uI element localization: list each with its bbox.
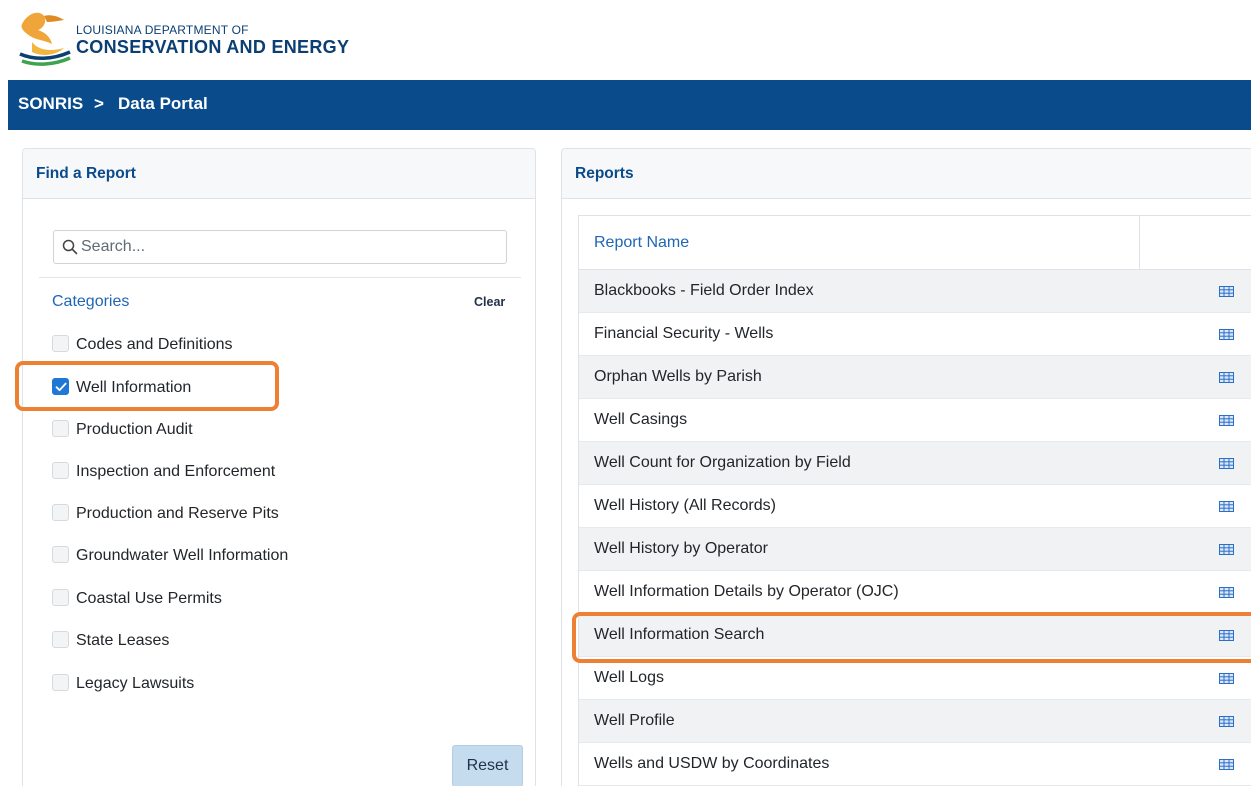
table-grid-icon[interactable] [1219, 458, 1234, 469]
column-divider [1139, 216, 1140, 270]
table-grid-icon[interactable] [1219, 415, 1234, 426]
category-codes-and-definitions[interactable]: Codes and Definitions [52, 334, 492, 358]
search-box[interactable] [53, 230, 507, 264]
table-grid-icon[interactable] [1219, 286, 1234, 297]
breadcrumb-home-link[interactable]: SONRIS [18, 94, 83, 114]
reports-panel: Reports Report Name Blackbooks - Field O… [561, 148, 1251, 786]
find-report-title: Find a Report [36, 165, 136, 182]
category-label: Production and Reserve Pits [76, 505, 279, 522]
report-name-link[interactable]: Well Logs [594, 669, 664, 687]
report-name-link[interactable]: Financial Security - Wells [594, 325, 773, 343]
category-checkbox[interactable] [52, 631, 69, 648]
checkmark-icon [55, 382, 67, 392]
category-groundwater-well-information[interactable]: Groundwater Well Information [52, 545, 492, 569]
table-row[interactable]: Well History (All Records) [579, 485, 1251, 528]
table-row[interactable]: Well Logs [579, 657, 1251, 700]
table-grid-icon[interactable] [1219, 544, 1234, 555]
divider [39, 277, 521, 278]
category-checkbox-checked[interactable] [52, 378, 69, 395]
breadcrumb-separator: > [94, 94, 104, 113]
report-name-link[interactable]: Well Profile [594, 712, 675, 730]
category-label: State Leases [76, 632, 170, 649]
category-label: Inspection and Enforcement [76, 463, 276, 480]
table-body: Blackbooks - Field Order Index Financial … [579, 270, 1251, 786]
report-name-link[interactable]: Well Information Details by Operator (OJ… [594, 583, 899, 601]
table-row[interactable]: Financial Security - Wells [579, 313, 1251, 356]
table-grid-icon[interactable] [1219, 716, 1234, 727]
table-grid-icon[interactable] [1219, 501, 1234, 512]
category-checkbox[interactable] [52, 504, 69, 521]
logo-text[interactable]: LOUISIANA DEPARTMENT OF CONSERVATION AND… [76, 23, 350, 58]
reports-table: Report Name Blackbooks - Field Order Ind… [578, 215, 1251, 786]
logo-line-agency: CONSERVATION AND ENERGY [76, 37, 350, 57]
category-production-audit[interactable]: Production Audit [52, 419, 492, 443]
category-inspection-and-enforcement[interactable]: Inspection and Enforcement [52, 461, 492, 485]
clear-categories-link[interactable]: Clear [474, 295, 505, 309]
table-row[interactable]: Wells and USDW by Coordinates [579, 743, 1251, 786]
find-report-header: Find a Report [23, 149, 535, 199]
category-checkbox[interactable] [52, 546, 69, 563]
reports-title: Reports [575, 165, 634, 182]
report-name-link[interactable]: Well History by Operator [594, 540, 768, 558]
table-grid-icon[interactable] [1219, 329, 1234, 340]
table-row[interactable]: Well Profile [579, 700, 1251, 743]
site-header: LOUISIANA DEPARTMENT OF CONSERVATION AND… [0, 0, 1251, 80]
table-header-row: Report Name [579, 216, 1251, 270]
category-checkbox[interactable] [52, 335, 69, 352]
table-row[interactable]: Well Count for Organization by Field [579, 442, 1251, 485]
category-label: Production Audit [76, 421, 193, 438]
category-label: Codes and Definitions [76, 336, 233, 353]
category-checkbox[interactable] [52, 462, 69, 479]
category-state-leases[interactable]: State Leases [52, 630, 492, 654]
table-grid-icon[interactable] [1219, 759, 1234, 770]
breadcrumb-current: Data Portal [118, 94, 208, 113]
report-name-link[interactable]: Well History (All Records) [594, 497, 776, 515]
find-report-panel: Find a Report Categories Clear Codes and… [22, 148, 536, 786]
report-name-link[interactable]: Blackbooks - Field Order Index [594, 282, 814, 300]
report-name-link[interactable]: Well Information Search [594, 626, 764, 644]
table-grid-icon[interactable] [1219, 630, 1234, 641]
category-coastal-use-permits[interactable]: Coastal Use Permits [52, 588, 492, 612]
category-label: Coastal Use Permits [76, 590, 222, 607]
table-row[interactable]: Well History by Operator [579, 528, 1251, 571]
logo-line-department: LOUISIANA DEPARTMENT OF [76, 23, 249, 37]
table-grid-icon[interactable] [1219, 673, 1234, 684]
category-label: Legacy Lawsuits [76, 675, 195, 692]
categories-label: Categories [52, 293, 130, 310]
category-production-and-reserve-pits[interactable]: Production and Reserve Pits [52, 503, 492, 527]
breadcrumb: SONRIS > Data Portal [8, 80, 1251, 130]
search-icon [62, 239, 78, 255]
category-label: Groundwater Well Information [76, 547, 289, 564]
category-legacy-lawsuits[interactable]: Legacy Lawsuits [52, 673, 492, 697]
report-name-link[interactable]: Orphan Wells by Parish [594, 368, 762, 386]
category-checkbox[interactable] [52, 420, 69, 437]
table-row[interactable]: Well Information Details by Operator (OJ… [579, 571, 1251, 614]
report-name-column-header[interactable]: Report Name [594, 234, 689, 252]
category-well-information[interactable]: Well Information [52, 377, 492, 401]
search-input[interactable] [81, 235, 501, 259]
category-checkbox[interactable] [52, 674, 69, 691]
category-checkbox[interactable] [52, 589, 69, 606]
report-name-link[interactable]: Well Casings [594, 411, 687, 429]
table-row[interactable]: Blackbooks - Field Order Index [579, 270, 1251, 313]
table-grid-icon[interactable] [1219, 372, 1234, 383]
reports-header: Reports [562, 149, 1251, 199]
table-grid-icon[interactable] [1219, 587, 1234, 598]
table-row[interactable]: Well Information Search [579, 614, 1251, 657]
pelican-logo-icon[interactable] [14, 6, 74, 68]
table-row[interactable]: Orphan Wells by Parish [579, 356, 1251, 399]
report-name-link[interactable]: Well Count for Organization by Field [594, 454, 851, 472]
reset-button[interactable]: Reset [452, 745, 523, 786]
report-name-link[interactable]: Wells and USDW by Coordinates [594, 755, 829, 773]
category-label: Well Information [76, 379, 192, 396]
table-row[interactable]: Well Casings [579, 399, 1251, 442]
